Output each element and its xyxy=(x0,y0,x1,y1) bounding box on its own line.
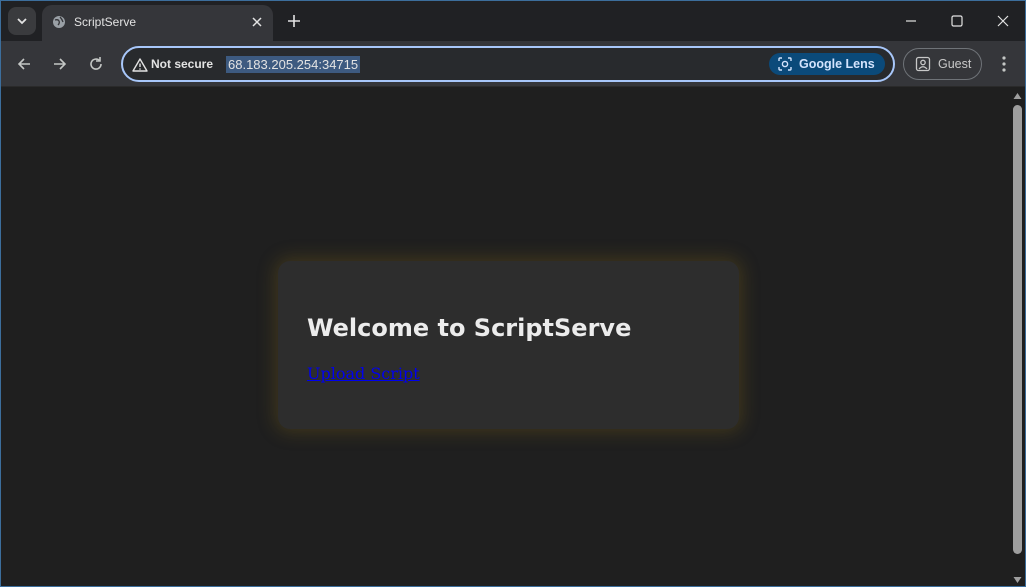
scroll-down-arrow-icon[interactable] xyxy=(1013,576,1022,584)
close-window-icon[interactable] xyxy=(993,11,1013,31)
url-text[interactable]: 68.183.205.254:34715 xyxy=(226,56,361,73)
guest-profile-icon xyxy=(915,56,931,72)
minimize-icon[interactable] xyxy=(901,11,921,31)
profile-label: Guest xyxy=(938,57,972,71)
globe-icon xyxy=(53,16,65,28)
google-lens-button[interactable]: Google Lens xyxy=(769,53,885,75)
more-menu-icon[interactable] xyxy=(996,54,1012,74)
chevron-down-icon xyxy=(17,18,27,25)
tab-scriptserve[interactable]: ScriptServe xyxy=(42,5,273,41)
browser-toolbar: Not secure 68.183.205.254:34715 Google L… xyxy=(1,41,1025,87)
scroll-up-arrow-icon[interactable] xyxy=(1013,92,1022,100)
security-status[interactable]: Not secure xyxy=(151,57,213,71)
upload-script-link[interactable]: Upload Script xyxy=(307,364,420,383)
vertical-scrollbar[interactable] xyxy=(1010,88,1025,586)
google-lens-label: Google Lens xyxy=(799,57,875,71)
address-bar[interactable]: Not secure 68.183.205.254:34715 Google L… xyxy=(121,46,895,82)
page-viewport: Welcome to ScriptServe Upload Script xyxy=(2,88,1025,586)
forward-arrow-icon[interactable] xyxy=(50,54,70,74)
reload-icon[interactable] xyxy=(86,54,106,74)
scrollbar-thumb[interactable] xyxy=(1013,105,1022,554)
tab-title: ScriptServe xyxy=(74,15,137,29)
browser-window: ScriptServe Not secure 68.183.205.254:34… xyxy=(0,0,1026,587)
profile-button[interactable]: Guest xyxy=(903,48,982,80)
welcome-card: Welcome to ScriptServe Upload Script xyxy=(278,261,739,429)
tab-strip: ScriptServe xyxy=(1,1,1025,41)
maximize-icon[interactable] xyxy=(947,11,967,31)
close-tab-icon[interactable] xyxy=(249,14,265,30)
page-heading: Welcome to ScriptServe xyxy=(307,314,632,342)
new-tab-icon[interactable] xyxy=(285,12,303,30)
back-arrow-icon[interactable] xyxy=(14,54,34,74)
lens-icon xyxy=(778,57,792,71)
warning-icon[interactable] xyxy=(132,57,148,73)
tab-search-button[interactable] xyxy=(8,7,36,35)
